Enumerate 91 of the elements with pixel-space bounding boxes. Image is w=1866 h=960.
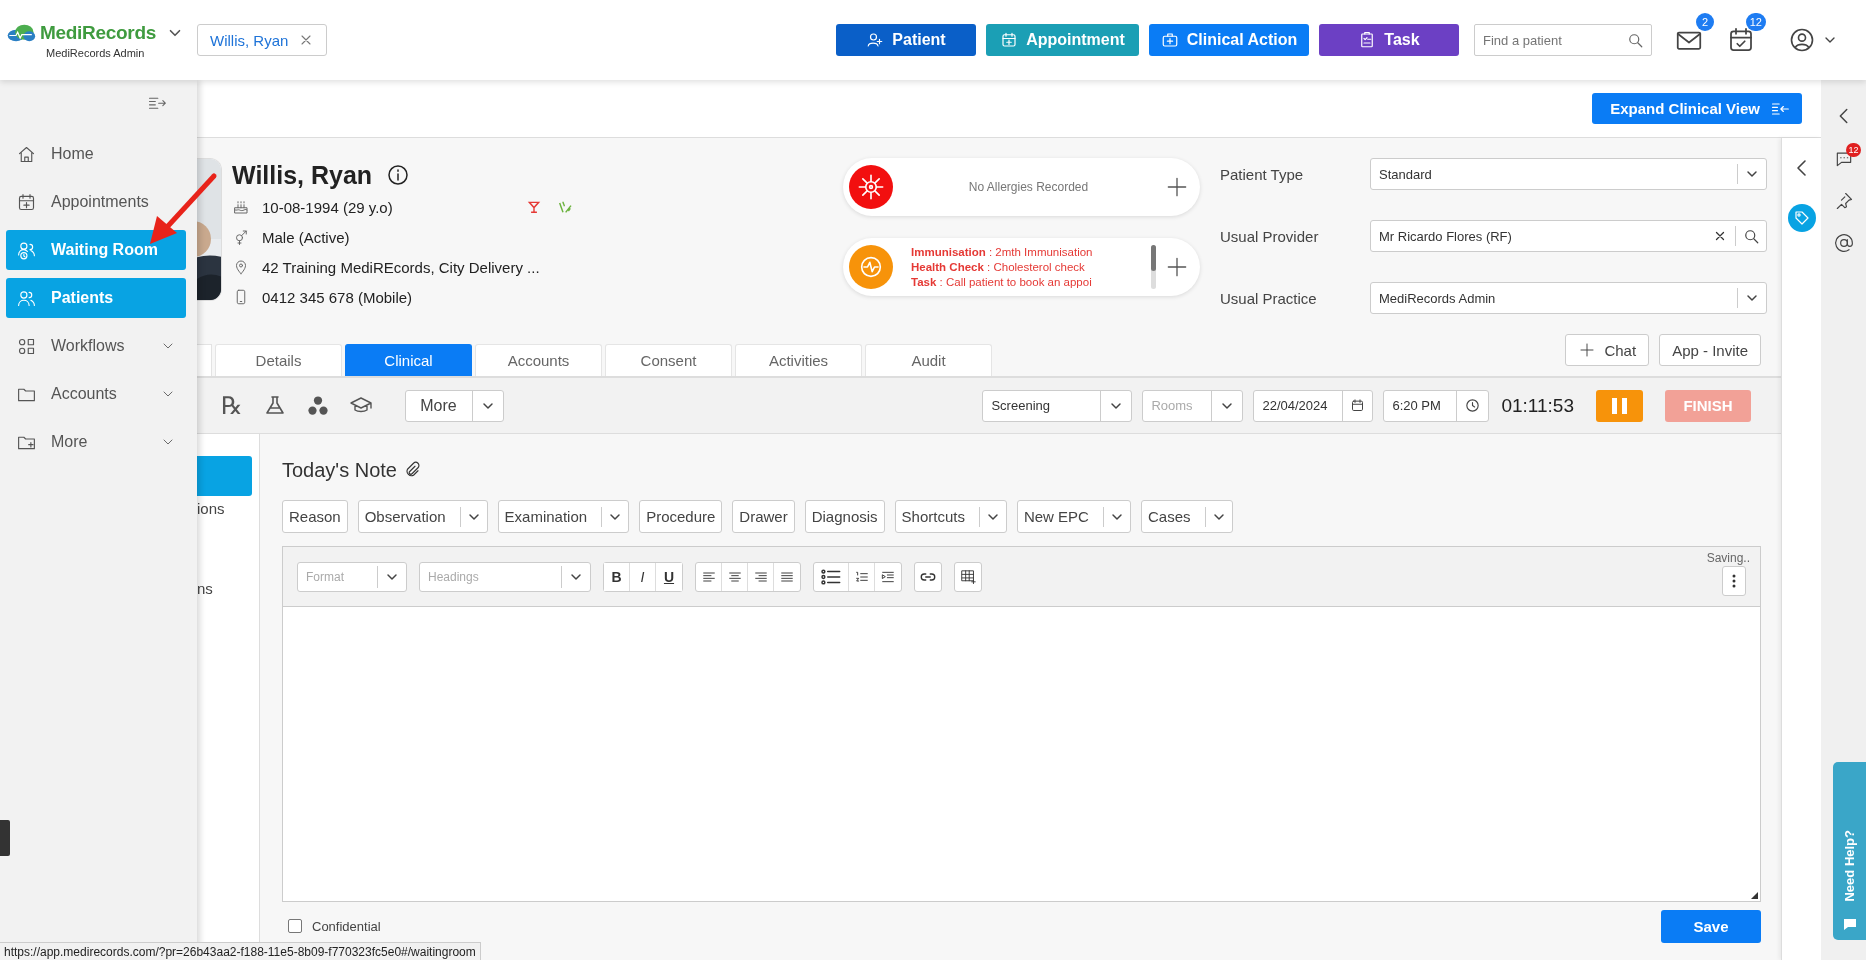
reminder-text: Task : Call patient to book an appoi xyxy=(911,274,1093,290)
section-dropdown[interactable]: Shortcuts xyxy=(894,500,1007,533)
count-badge: 12 xyxy=(1745,13,1766,31)
sidebar-item[interactable]: Appointments xyxy=(6,182,186,222)
calendar-icon xyxy=(1350,398,1366,413)
patient-detail: 0412 345 678 (Mobile) xyxy=(262,288,413,306)
quick-action-button[interactable]: Task xyxy=(1319,24,1459,56)
sidebar-item[interactable]: More xyxy=(6,422,186,462)
tab[interactable]: Accounts xyxy=(475,344,602,376)
patient-detail: Male (Active) xyxy=(262,228,350,246)
patient-detail: 10-08-1994 (29 y.o) xyxy=(262,198,393,216)
count-badge: 12 xyxy=(1846,143,1861,157)
lookup-field[interactable]: Mr Ricardo Flores (RF) xyxy=(1370,220,1767,252)
chat-button[interactable]: Chat xyxy=(1565,334,1650,366)
allergy-status: No Allergies Recorded xyxy=(967,180,1090,194)
section-dropdown[interactable]: Observation xyxy=(357,500,488,533)
section-dropdown[interactable]: Cases xyxy=(1140,500,1233,533)
time-field[interactable]: 6:20 PM xyxy=(1383,389,1490,422)
cocktail-icon xyxy=(527,199,541,215)
patient-tab[interactable]: Willis, Ryan xyxy=(197,24,328,56)
virus-icon xyxy=(857,173,885,201)
side-handle[interactable] xyxy=(0,820,10,856)
field-label: Patient Type xyxy=(1220,165,1305,183)
scrollbar[interactable] xyxy=(1151,245,1156,289)
patient-detail: 42 Training MediREcords, City Delivery ... xyxy=(262,258,540,276)
chat-bubble-icon xyxy=(1841,916,1858,932)
field-label: Usual Practice xyxy=(1220,289,1318,307)
tab[interactable]: Activities xyxy=(735,344,862,376)
cake-icon xyxy=(232,198,250,216)
side-nav-item[interactable]: ions xyxy=(197,500,259,540)
reminder-text: Immunisation : 2mth Immunisation xyxy=(911,244,1094,260)
tab[interactable]: Details xyxy=(215,344,342,376)
person-add-icon xyxy=(866,31,885,49)
date-field[interactable]: 22/04/2024 xyxy=(1253,389,1374,422)
status-url: https://app.medirecords.com/?pr=26b43aa2-f188-11e5-8b09-f770323fc5e0#/waitingroom xyxy=(0,942,481,960)
sidebar-item[interactable]: Accounts xyxy=(6,374,186,414)
calendar-icon xyxy=(1000,31,1019,49)
clock-icon xyxy=(1464,397,1482,414)
checkbox[interactable] xyxy=(288,919,302,933)
expand-clinical-view-button[interactable]: Expand Clinical View xyxy=(1592,93,1802,124)
table-icon[interactable] xyxy=(959,568,977,585)
calendar-icon xyxy=(16,191,37,213)
format-button[interactable]: B xyxy=(604,562,630,591)
tab[interactable]: Clinical xyxy=(345,344,472,376)
patient-name: Willis, Ryan xyxy=(232,160,373,190)
sidebar-item[interactable]: Workflows xyxy=(6,326,186,366)
quick-action-button[interactable]: Patient xyxy=(836,24,976,56)
clear-icon[interactable] xyxy=(1713,229,1727,243)
user-avatar-icon[interactable] xyxy=(1788,26,1816,54)
side-nav-item[interactable]: ns xyxy=(197,580,259,620)
save-status: Saving.. xyxy=(1706,551,1750,565)
save-button[interactable]: Save xyxy=(1661,909,1761,943)
select-field[interactable]: Standard xyxy=(1370,158,1767,190)
kebab-icon xyxy=(1732,573,1736,588)
reminder-text: Health Check : Cholesterol check xyxy=(911,259,1086,275)
tab[interactable]: Consent xyxy=(605,344,732,376)
waiting-icon xyxy=(16,239,37,261)
brand-subtitle: MediRecords Admin xyxy=(46,47,146,59)
section-button[interactable]: Procedure xyxy=(639,500,723,533)
section-button[interactable]: Reason xyxy=(282,500,348,533)
more-dropdown[interactable]: More xyxy=(404,389,504,422)
resize-handle[interactable] xyxy=(1751,892,1758,899)
field-label: Usual Provider xyxy=(1220,227,1320,245)
cigarette-icon xyxy=(557,199,573,215)
section-button[interactable]: Diagnosis xyxy=(804,500,885,533)
tab[interactable]: Audit xyxy=(865,344,992,376)
search-field[interactable]: Find a patient xyxy=(1474,24,1652,56)
search-icon xyxy=(1626,31,1644,49)
section-button[interactable]: Drawer xyxy=(732,500,795,533)
invite-button[interactable]: App - Invite xyxy=(1659,334,1761,366)
brand-name: MediRecords xyxy=(40,22,156,44)
checkbox-label: Confidential xyxy=(312,918,381,934)
radiation-icon[interactable] xyxy=(306,394,329,417)
encounter-type-select[interactable]: Screening xyxy=(982,389,1133,422)
info-icon[interactable] xyxy=(386,163,411,187)
count-badge: 2 xyxy=(1696,13,1714,31)
tag-button[interactable] xyxy=(1787,204,1816,232)
quick-action-button[interactable]: Clinical Action xyxy=(1149,24,1309,56)
medkit-icon xyxy=(1160,31,1179,49)
select-field[interactable]: MediRecords Admin xyxy=(1370,282,1767,314)
paperclip-icon[interactable] xyxy=(403,461,421,479)
section-dropdown[interactable]: Examination xyxy=(497,500,630,533)
sidebar-item[interactable]: Home xyxy=(6,134,186,174)
encounter-timer: 01:11:53 xyxy=(1501,394,1574,417)
tag-icon xyxy=(1792,209,1811,227)
prescription-symbol[interactable]: ℞ xyxy=(221,391,243,420)
at-icon[interactable] xyxy=(1833,233,1854,253)
note-title: Today's Note xyxy=(282,458,397,482)
note-editor[interactable]: Format Headings B I U Saving.. xyxy=(282,546,1761,902)
section-dropdown[interactable]: New EPC xyxy=(1016,500,1131,533)
search-icon[interactable] xyxy=(1742,227,1760,245)
